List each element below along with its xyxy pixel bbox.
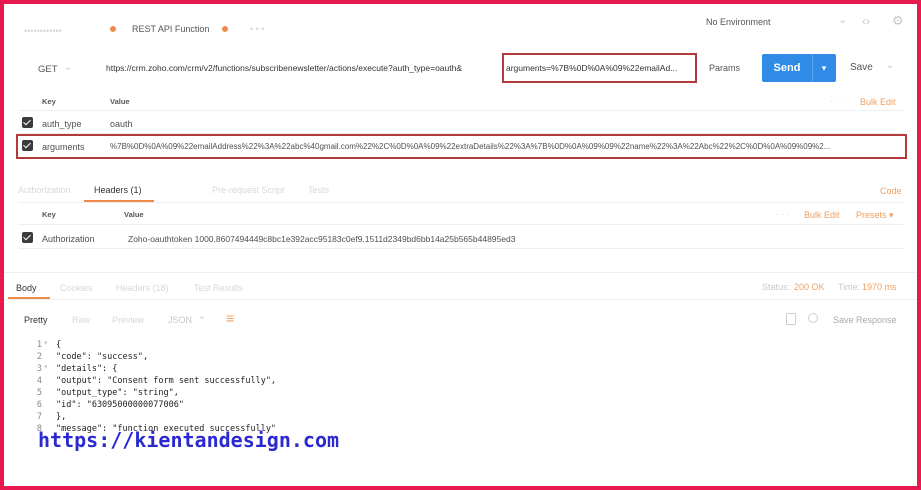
save-button[interactable]: Save bbox=[850, 62, 873, 73]
header-checkbox[interactable] bbox=[22, 232, 33, 243]
param-value[interactable]: oauth bbox=[110, 119, 133, 129]
code-line: }, bbox=[56, 412, 67, 422]
wrap-lines-icon[interactable]: ≡ bbox=[226, 310, 234, 326]
url-input[interactable]: https://crm.zoho.com/crm/v2/functions/su… bbox=[106, 63, 462, 73]
tab-test-results[interactable]: Test Results bbox=[194, 283, 243, 293]
line-number: 4 bbox=[36, 376, 42, 386]
preview-button[interactable]: Preview bbox=[112, 315, 144, 325]
code-line: "code": "success", bbox=[56, 352, 149, 362]
app-window: •••••••••••• REST API Function • • • No … bbox=[4, 4, 917, 486]
more-tabs-icon[interactable]: • • • bbox=[250, 24, 264, 34]
tab-headers[interactable]: Headers (1) bbox=[94, 185, 142, 195]
line-number: 6 bbox=[36, 400, 42, 410]
tab-body[interactable]: Body bbox=[16, 283, 37, 293]
param-value[interactable]: %7B%0D%0A%09%22emailAddress%22%3A%22abc%… bbox=[110, 142, 830, 151]
pretty-button[interactable]: Pretty bbox=[24, 315, 48, 325]
watermark-text: https://kientandesign.com bbox=[38, 428, 340, 452]
params-key-header: Key bbox=[42, 97, 56, 106]
headers-key-header: Key bbox=[42, 210, 56, 219]
chevron-down-icon: ⌄ bbox=[198, 311, 207, 322]
params-value-header: Value bbox=[110, 97, 130, 106]
line-number: 2 bbox=[36, 352, 42, 362]
time-value: 1970 ms bbox=[862, 282, 897, 292]
tab-pre-request-script[interactable]: Pre-request Script bbox=[212, 185, 285, 195]
more-icon[interactable]: · · · bbox=[776, 209, 790, 219]
line-number: 3 bbox=[36, 364, 42, 374]
more-icon[interactable]: · · · bbox=[830, 96, 844, 106]
raw-button[interactable]: Raw bbox=[72, 315, 90, 325]
send-options-icon[interactable]: ▾ bbox=[812, 54, 836, 82]
save-response-button[interactable]: Save Response bbox=[833, 315, 897, 325]
fold-icon[interactable]: ▾ bbox=[44, 339, 48, 347]
tab-rest-api-function[interactable]: REST API Function bbox=[132, 24, 209, 34]
code-line: "output_type": "string", bbox=[56, 388, 179, 398]
bulk-edit-link[interactable]: Bulk Edit bbox=[860, 97, 896, 107]
tab-response-headers[interactable]: Headers (18) bbox=[116, 283, 169, 293]
bulk-edit-link[interactable]: Bulk Edit bbox=[804, 210, 840, 220]
code-line: "id": "63095000000077006" bbox=[56, 400, 184, 410]
gear-icon[interactable]: ⚙ bbox=[892, 13, 904, 29]
param-key[interactable]: auth_type bbox=[42, 119, 82, 129]
code-link[interactable]: Code bbox=[880, 186, 902, 196]
environment-select[interactable]: No Environment bbox=[706, 17, 771, 27]
chevron-down-icon: ⌄ bbox=[64, 62, 73, 73]
unsaved-dot-icon bbox=[222, 26, 228, 32]
tab-tests[interactable]: Tests bbox=[308, 185, 329, 195]
headers-value-header: Value bbox=[124, 210, 144, 219]
code-line: "output": "Consent form sent successfull… bbox=[56, 376, 277, 386]
line-number: 5 bbox=[36, 388, 42, 398]
status-value: 200 OK bbox=[794, 282, 825, 292]
chevron-down-icon[interactable]: ⌄ bbox=[886, 60, 894, 71]
send-button[interactable]: Send ▾ bbox=[762, 54, 836, 82]
param-key[interactable]: arguments bbox=[42, 142, 85, 152]
eye-icon[interactable]: ‹› bbox=[862, 14, 870, 28]
header-value[interactable]: Zoho-oauthtoken 1000.8607494449c8bc1e392… bbox=[128, 234, 515, 244]
fold-icon[interactable]: ▾ bbox=[44, 363, 48, 371]
time-label: Time: bbox=[838, 282, 861, 292]
params-button[interactable]: Params bbox=[709, 63, 740, 73]
tab-authorization[interactable]: Authorization bbox=[18, 185, 71, 195]
format-select[interactable]: JSON bbox=[168, 315, 192, 325]
tab-cookies[interactable]: Cookies bbox=[60, 283, 93, 293]
chevron-down-icon[interactable]: ⌄ bbox=[838, 13, 847, 26]
param-checkbox[interactable] bbox=[22, 117, 33, 128]
header-key[interactable]: Authorization bbox=[42, 234, 95, 244]
code-line: "details": { bbox=[56, 364, 118, 374]
param-checkbox[interactable] bbox=[22, 140, 33, 151]
code-line: { bbox=[56, 340, 62, 350]
presets-dropdown[interactable]: Presets ▾ bbox=[856, 210, 894, 221]
copy-icon[interactable] bbox=[786, 313, 796, 325]
send-label: Send bbox=[773, 62, 801, 74]
method-select[interactable]: GET bbox=[38, 64, 58, 75]
status-label: Status: bbox=[762, 282, 791, 292]
line-number: 1 bbox=[36, 340, 42, 350]
tab-ghost[interactable]: •••••••••••• bbox=[24, 26, 62, 36]
url-arguments-text: arguments=%7B%0D%0A%09%22emailAd... bbox=[506, 63, 678, 73]
unsaved-dot-icon bbox=[110, 26, 116, 32]
search-icon[interactable] bbox=[808, 313, 818, 323]
line-number: 7 bbox=[36, 412, 42, 422]
